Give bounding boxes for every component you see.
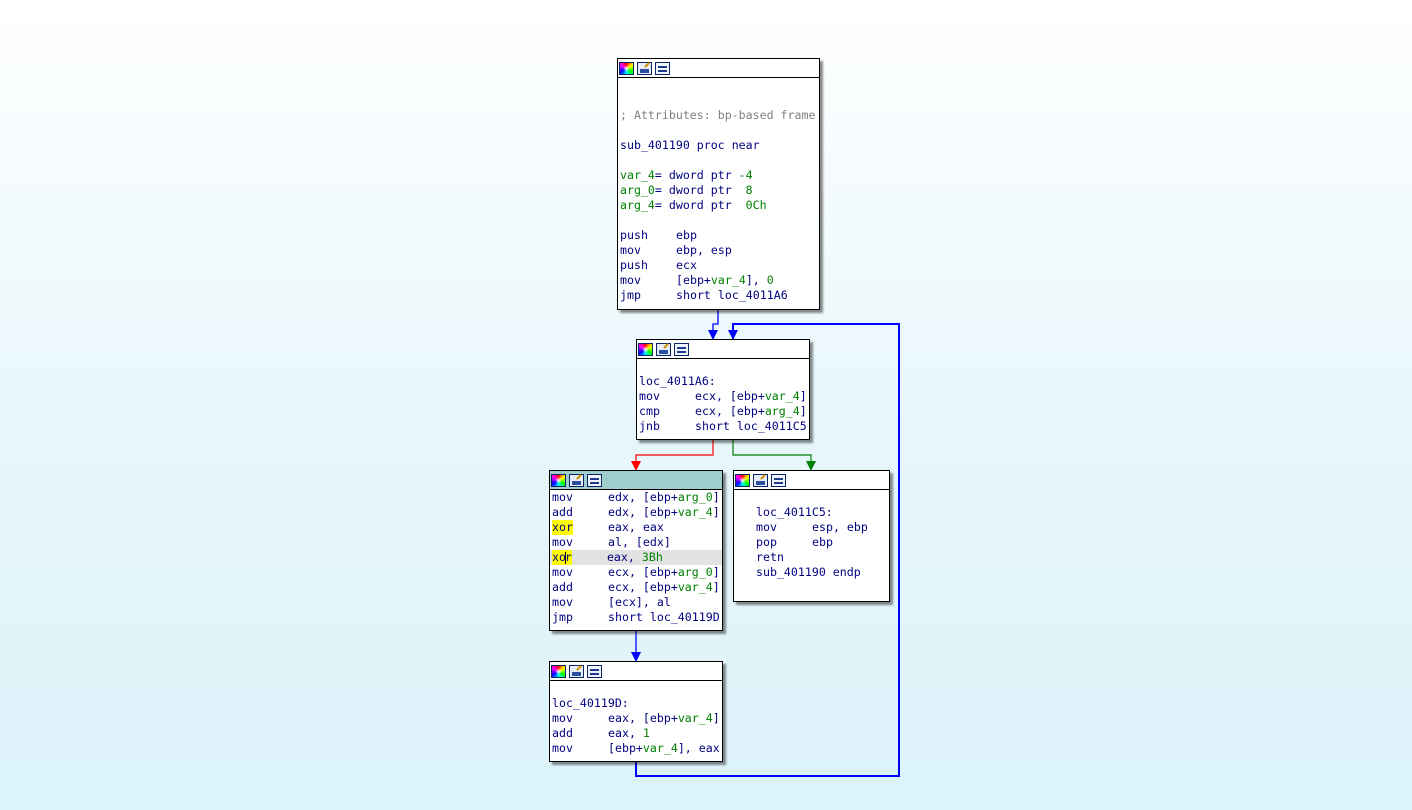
edge-loop-head-to-exit [732,439,816,471]
block-sub-401190[interactable]: ; Attributes: bp-based frame sub_401190 … [617,58,820,310]
graph-overview-icon[interactable] [674,342,689,356]
instruction-line[interactable]: mov eax, [ebp+var_4] [550,711,722,726]
colors-icon[interactable] [551,664,566,678]
block-loop-body[interactable]: mov edx, [ebp+arg_0] add edx, [ebp+var_4] … [549,470,723,631]
block-toolbar [550,471,722,490]
rename-icon[interactable] [569,664,584,678]
instruction-line[interactable]: mov [ebp+var_4], 0 [618,273,819,288]
instruction-line[interactable]: jmp short loc_4011A6 [618,288,819,303]
instruction-line[interactable]: mov al, [edx] [550,535,722,550]
instruction-line[interactable]: add edx, [ebp+var_4] [550,505,722,520]
edge-entry-to-loop-head [708,310,719,340]
instruction-line[interactable]: mov ecx, [ebp+var_4] [637,389,809,404]
instruction-line[interactable]: mov ebp, esp [618,243,819,258]
graph-overview-icon[interactable] [655,61,670,75]
block-loc-40119d[interactable]: loc_40119D: mov eax, [ebp+var_4] add eax, … [549,661,723,762]
block-label[interactable]: loc_4011A6: [637,374,809,389]
colors-icon[interactable] [735,473,750,487]
block-label[interactable]: loc_4011C5: [754,505,889,520]
stack-var-line[interactable]: arg_4= dword ptr 0Ch [618,198,819,213]
edge-loop-head-to-body [631,439,714,471]
xor-highlight: xor [552,550,572,565]
instruction-line[interactable]: cmp ecx, [ebp+arg_4] [637,404,809,419]
block-toolbar [550,662,722,681]
rename-icon[interactable] [656,342,671,356]
block-toolbar [734,471,889,490]
stack-var-line[interactable]: var_4= dword ptr -4 [618,168,819,183]
current-instruction-line[interactable]: xor eax, 3Bh [550,550,722,565]
rename-icon[interactable] [569,473,584,487]
graph-overview-icon[interactable] [587,664,602,678]
proc-declaration[interactable]: sub_401190 proc near [618,138,819,153]
instruction-line[interactable]: push ecx [618,258,819,273]
instruction-line[interactable]: retn [754,550,889,565]
rename-icon[interactable] [637,61,652,75]
attributes-comment: ; Attributes: bp-based frame [620,108,816,122]
stack-var-line[interactable]: arg_0= dword ptr 8 [618,183,819,198]
block-loc-4011a6[interactable]: loc_4011A6: mov ecx, [ebp+var_4] cmp ecx, … [636,339,810,440]
proc-end-line[interactable]: sub_401190 endp [754,565,889,580]
instruction-line[interactable]: push ebp [618,228,819,243]
block-label[interactable]: loc_40119D: [550,696,722,711]
instruction-line[interactable]: add eax, 1 [550,726,722,741]
instruction-line[interactable]: mov edx, [ebp+arg_0] [550,490,722,505]
instruction-line[interactable]: mov [ebp+var_4], eax [550,741,722,756]
block-toolbar [618,59,819,78]
instruction-line[interactable]: jnb short loc_4011C5 [637,419,809,434]
rename-icon[interactable] [753,473,768,487]
instruction-line[interactable]: xor eax, eax [550,520,722,535]
block-loc-4011c5[interactable]: loc_4011C5: mov esp, ebp pop ebp retn sub_… [733,470,890,602]
colors-icon[interactable] [619,61,634,75]
instruction-line[interactable]: pop ebp [754,535,889,550]
colors-icon[interactable] [638,342,653,356]
graph-overview-icon[interactable] [587,473,602,487]
xor-highlight: xor [552,520,573,535]
colors-icon[interactable] [551,473,566,487]
block-toolbar [637,340,809,359]
instruction-line[interactable]: mov [ecx], al [550,595,722,610]
graph-overview-icon[interactable] [771,473,786,487]
instruction-line[interactable]: add ecx, [ebp+var_4] [550,580,722,595]
instruction-line[interactable]: jmp short loc_40119D [550,610,722,625]
instruction-line[interactable]: mov ecx, [ebp+arg_0] [550,565,722,580]
graph-view-canvas[interactable]: ; Attributes: bp-based frame sub_401190 … [0,0,1412,810]
instruction-line[interactable]: mov esp, ebp [754,520,889,535]
